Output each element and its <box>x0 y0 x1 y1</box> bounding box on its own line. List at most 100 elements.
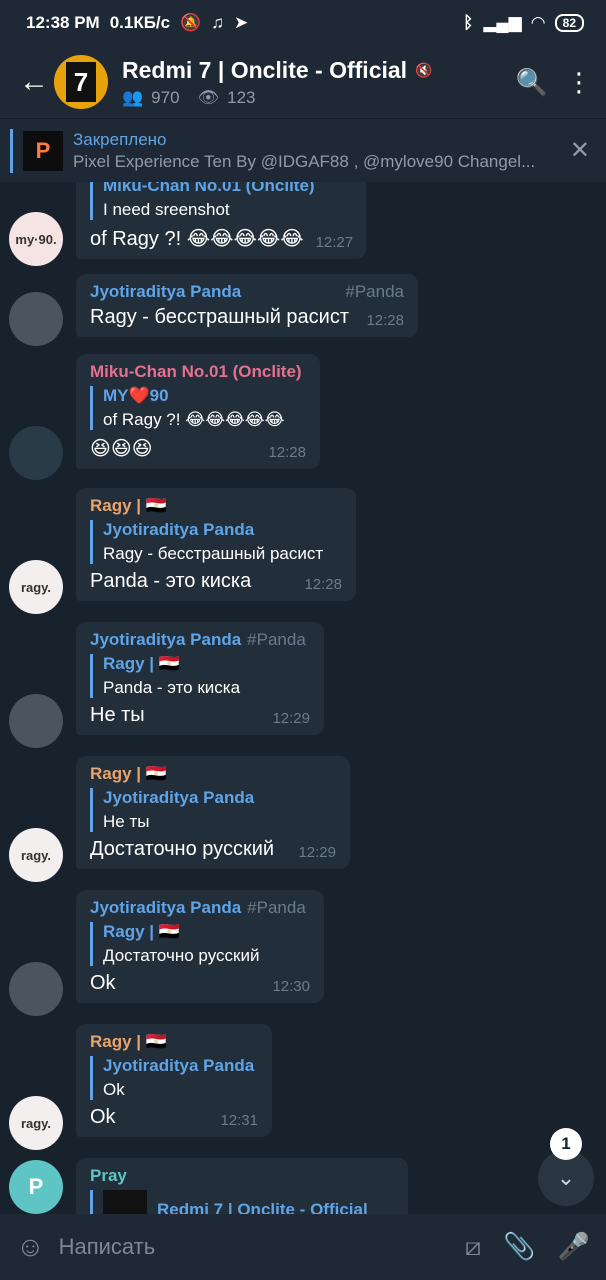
message-bubble[interactable]: Miku-Chan No.01 (Onclite) I need sreensh… <box>76 182 366 259</box>
pinned-bar <box>10 128 13 173</box>
avatar[interactable] <box>9 962 63 1016</box>
message-bubble[interactable]: Pray Redmi 7 | Onclite - Official <box>76 1158 408 1214</box>
chevron-down-icon: ⌄ <box>556 1165 576 1190</box>
message-input[interactable] <box>58 1234 465 1260</box>
message-time: 12:29 <box>298 844 336 861</box>
message-text: 😆😆😆 <box>90 438 153 460</box>
message-text: Ok <box>90 1106 116 1128</box>
bluetooth-icon: ᛒ <box>463 13 474 32</box>
message-bubble[interactable]: Ragy | 🇪🇬 Jyotiraditya Panda Ok Ok 12:31 <box>76 1024 272 1137</box>
message-time: 12:28 <box>304 576 342 593</box>
emoji-icon[interactable]: ☺ <box>16 1231 45 1263</box>
avatar[interactable]: ragy. <box>9 1096 63 1150</box>
reply-author: Jyotiraditya Panda <box>103 788 255 807</box>
pinned-title: Закреплено <box>73 129 167 149</box>
reply-author: Ragy | 🇪🇬 <box>103 654 180 673</box>
message-time: 12:28 <box>268 444 306 461</box>
reply-author: Jyotiraditya Panda <box>103 520 255 539</box>
message-bubble[interactable]: Ragy | 🇪🇬 Jyotiraditya Panda Ragy - бесс… <box>76 488 356 601</box>
music-icon: ♫ <box>211 13 225 32</box>
signal-icon: ▂▄▆ <box>483 13 522 32</box>
message-time: 12:30 <box>272 978 310 995</box>
members-count: 970 <box>151 87 180 107</box>
message-input-bar: ☺ ⧄ 📎 🎤 <box>0 1214 606 1280</box>
reply-text: Panda - это киска <box>103 678 241 697</box>
sender-name[interactable]: Jyotiraditya Panda <box>90 282 241 301</box>
battery-indicator: 82 <box>554 14 584 32</box>
sender-name[interactable]: Jyotiraditya Panda <box>90 630 241 649</box>
channel-avatar[interactable]: 7 <box>54 55 108 109</box>
pinned-thumbnail: P <box>23 130 63 171</box>
status-time: 12:38 PM <box>26 13 100 32</box>
mute-icon: 🔕 <box>180 13 202 32</box>
avatar[interactable]: ragy. <box>9 560 63 614</box>
admin-tag: #Panda <box>247 898 306 917</box>
avatar[interactable]: my·90. <box>9 212 63 266</box>
pinned-text: Pixel Experience Ten By @IDGAF88 , @mylo… <box>73 151 536 171</box>
message-bubble[interactable]: Jyotiraditya Panda #Panda Ragy | 🇪🇬 Доста… <box>76 890 324 1003</box>
avatar-label: ragy. <box>20 847 52 863</box>
online-count: 123 <box>227 87 256 107</box>
message-time: 12:27 <box>315 234 354 251</box>
sender-name[interactable]: Pray <box>90 1166 127 1185</box>
avatar-label: my·90. <box>15 231 57 247</box>
unread-badge: 1 <box>550 1128 582 1160</box>
reply-author: Jyotiraditya Panda <box>103 1056 255 1075</box>
channel-avatar-label: 7 <box>66 62 96 102</box>
sender-name[interactable]: Jyotiraditya Panda <box>90 898 241 917</box>
avatar[interactable]: ragy. <box>9 828 63 882</box>
avatar[interactable] <box>9 426 63 480</box>
avatar[interactable] <box>9 292 63 346</box>
reply-text: of Ragy ?! 😂😂😂😂😂 <box>103 410 285 429</box>
close-icon[interactable]: ✕ <box>570 136 590 165</box>
message-text: Ok <box>90 972 116 994</box>
avatar-label: ragy. <box>20 579 52 595</box>
more-options-icon[interactable]: ⋮ <box>566 67 592 98</box>
members-icon: 👥 <box>122 87 144 107</box>
message-list[interactable]: my·90. Miku-Chan No.01 (Onclite) I need … <box>0 182 606 1214</box>
avatar[interactable]: P <box>9 1160 63 1214</box>
message-text: Достаточно русский <box>90 838 275 860</box>
telegram-icon: ➤ <box>234 13 249 32</box>
reply-text: Достаточно русский <box>103 946 260 965</box>
message-bubble[interactable]: Jyotiraditya Panda #Panda Ragy | 🇪🇬 Panda… <box>76 622 324 735</box>
pinned-message[interactable]: P Закреплено Pixel Experience Ten By @ID… <box>0 118 606 182</box>
reply-author: Ragy | 🇪🇬 <box>103 922 180 941</box>
views-icon: 👁 <box>197 87 220 107</box>
reply-author: MY❤️90 <box>103 386 169 405</box>
search-icon[interactable]: 🔍 <box>516 67 548 98</box>
muted-icon: 🔇 <box>415 61 433 78</box>
message-text: Не ты <box>90 704 145 726</box>
sender-name[interactable]: Ragy | 🇪🇬 <box>90 764 167 783</box>
avatar[interactable] <box>9 694 63 748</box>
message-bubble[interactable]: Ragy | 🇪🇬 Jyotiraditya Panda Не ты Доста… <box>76 756 350 869</box>
sender-name[interactable]: Miku-Chan No.01 (Onclite) <box>90 362 302 381</box>
message-time: 12:31 <box>220 1112 258 1129</box>
message-text: of Ragy ?! 😂😂😂😂😂 <box>90 228 304 250</box>
sender-name[interactable]: Ragy | 🇪🇬 <box>90 1032 167 1051</box>
reply-text: Не ты <box>103 812 150 831</box>
avatar-label: ragy. <box>20 1115 52 1131</box>
attach-icon[interactable]: 📎 <box>503 1231 535 1263</box>
reply-text: Ragy - бесстрашный расист <box>103 544 324 563</box>
reply-text: I need sreenshot <box>103 200 230 219</box>
command-icon[interactable]: ⧄ <box>465 1231 482 1263</box>
reply-text: Ok <box>103 1080 125 1099</box>
status-bar: 12:38 PM 0.1КБ/с 🔕 ♫ ➤ ᛒ ▂▄▆ ◠ 82 <box>0 0 606 46</box>
channel-info[interactable]: Redmi 7 | Onclite - Official 🔇 👥 970 👁 1… <box>122 57 433 108</box>
microphone-icon[interactable]: 🎤 <box>558 1231 590 1263</box>
reply-author: Redmi 7 | Onclite - Official <box>157 1200 368 1214</box>
message-text: Panda - это киска <box>90 570 252 592</box>
avatar-label: P <box>28 1174 44 1199</box>
message-time: 12:28 <box>366 312 404 329</box>
message-bubble[interactable]: Jyotiraditya Panda #Panda Ragy - бесстраш… <box>76 274 418 337</box>
channel-title: Redmi 7 | Onclite - Official <box>122 56 408 83</box>
message-time: 12:29 <box>272 710 310 727</box>
network-speed: 0.1КБ/с <box>109 13 171 32</box>
message-text: Ragy - бесстрашный расист <box>90 306 349 328</box>
sender-name[interactable]: Ragy | 🇪🇬 <box>90 496 167 515</box>
message-bubble[interactable]: Miku-Chan No.01 (Onclite) MY❤️90 of Ragy… <box>76 354 320 469</box>
admin-tag: #Panda <box>345 282 404 301</box>
chat-header: ← 7 Redmi 7 | Onclite - Official 🔇 👥 970… <box>0 46 606 118</box>
reply-thumbnail <box>103 1190 147 1214</box>
